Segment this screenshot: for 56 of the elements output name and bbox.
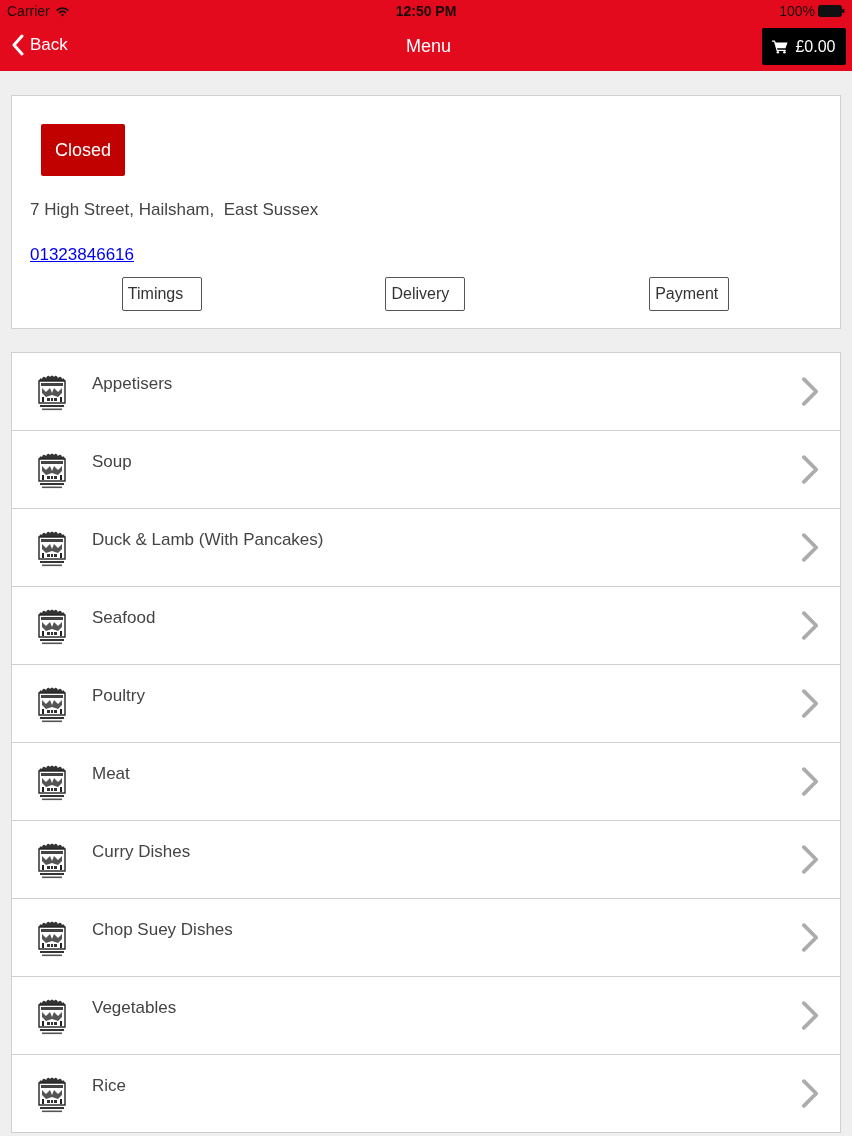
status-badge: Closed: [41, 124, 125, 176]
clock-time: 12:50 PM: [395, 3, 457, 19]
logo-icon: [37, 374, 67, 412]
category-name: Chop Suey Dishes: [92, 919, 233, 941]
category-name: Soup: [92, 451, 132, 473]
category-row[interactable]: Soup: [12, 431, 840, 509]
wifi-icon: [54, 5, 70, 17]
logo-icon: [37, 452, 67, 490]
info-button[interactable]: Payment: [649, 277, 730, 311]
battery-icon: [818, 5, 845, 17]
category-name: Vegetables: [92, 997, 177, 1019]
category-row[interactable]: Curry Dishes: [12, 821, 840, 899]
logo-icon: [37, 842, 67, 880]
category-row[interactable]: Appetisers: [12, 353, 840, 431]
chevron-right-icon: [801, 1078, 820, 1109]
category-name: Curry Dishes: [92, 841, 191, 863]
chevron-right-icon: [801, 1000, 820, 1031]
chevron-right-icon: [801, 610, 820, 641]
category-row[interactable]: Seafood: [12, 587, 840, 665]
chevron-right-icon: [801, 532, 820, 563]
carrier-label: Carrier: [7, 3, 50, 19]
category-name: Seafood: [92, 607, 156, 629]
phone-link[interactable]: 01323846616: [30, 245, 134, 264]
category-row[interactable]: Duck & Lamb (With Pancakes): [12, 509, 840, 587]
chevron-right-icon: [801, 922, 820, 953]
logo-icon: [37, 920, 67, 958]
battery-percent: 100%: [779, 3, 815, 19]
chevron-right-icon: [801, 454, 820, 485]
address-text: 7 High Street, Hailsham, East Sussex: [30, 200, 320, 220]
category-name: Rice: [92, 1075, 126, 1097]
category-row[interactable]: Meat: [12, 743, 840, 821]
category-row[interactable]: Vegetables: [12, 977, 840, 1055]
category-row[interactable]: Chop Suey Dishes: [12, 899, 840, 977]
chevron-right-icon: [801, 376, 820, 407]
info-button[interactable]: Timings: [121, 277, 202, 311]
logo-icon: [37, 608, 67, 646]
category-name: Poultry: [92, 685, 145, 707]
chevron-right-icon: [801, 766, 820, 797]
category-name: Duck & Lamb (With Pancakes): [92, 529, 324, 551]
category-name: Meat: [92, 763, 130, 785]
back-button[interactable]: Back: [11, 34, 68, 56]
category-row[interactable]: Rice: [12, 1055, 840, 1133]
logo-icon: [37, 686, 67, 724]
info-button[interactable]: Delivery: [385, 277, 466, 311]
nav-title: Menu: [406, 36, 451, 57]
chevron-right-icon: [801, 688, 820, 719]
logo-icon: [37, 1076, 67, 1114]
chevron-right-icon: [801, 844, 820, 875]
logo-icon: [37, 764, 67, 802]
logo-icon: [37, 998, 67, 1036]
category-name: Appetisers: [92, 373, 173, 395]
chevron-left-icon: [11, 34, 24, 56]
cart-button[interactable]: £0.00: [762, 28, 846, 65]
logo-icon: [37, 530, 67, 568]
category-row[interactable]: Poultry: [12, 665, 840, 743]
cart-icon: [772, 39, 789, 54]
